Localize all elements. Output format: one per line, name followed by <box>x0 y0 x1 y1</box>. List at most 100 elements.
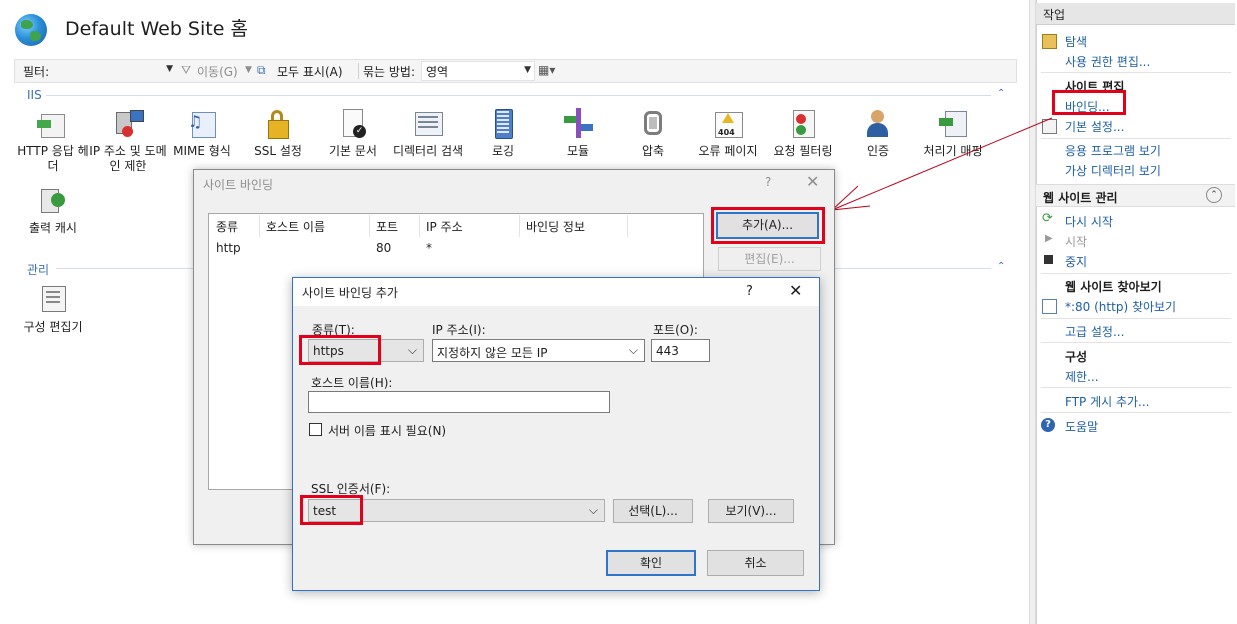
help-button[interactable]: ? <box>746 284 753 299</box>
edit-binding-button[interactable]: 편집(E)... <box>718 247 821 271</box>
view-toggle-icon[interactable]: ▦▾ <box>538 63 555 77</box>
column-header-host[interactable]: 호스트 이름 <box>266 218 325 235</box>
column-divider <box>369 215 370 237</box>
collapse-icon[interactable]: ⌃ <box>997 261 1005 272</box>
action-limits[interactable]: 제한... <box>1065 368 1099 385</box>
feature-mime-types[interactable]: ♫ MIME 형식 <box>161 108 243 159</box>
action-browse-80[interactable]: *:80 (http) 찾아보기 <box>1065 298 1176 315</box>
group-header-management: 관리 <box>27 263 50 277</box>
feature-modules[interactable]: 모듈 <box>537 108 619 159</box>
binding-row-type[interactable]: http <box>216 241 241 255</box>
ip-select[interactable]: 지정하지 않은 모든 IP ⌵ <box>432 339 645 362</box>
actions-divider <box>1041 412 1231 413</box>
feature-http-response-headers[interactable]: HTTP 응답 헤더 <box>12 108 94 174</box>
action-start[interactable]: 시작 <box>1065 233 1087 250</box>
actions-divider <box>1041 273 1231 274</box>
host-name-label: 호스트 이름(H): <box>311 376 393 390</box>
feature-label: MIME 형식 <box>173 144 231 158</box>
section-configure: 구성 <box>1065 350 1088 364</box>
filter-toolbar: 필터: ▼ ⛛ 이동(G) ▼ ⧉ 모두 표시(A) 묶는 방법: 영역 ▼ ▦… <box>14 59 1017 83</box>
column-header-ip[interactable]: IP 주소 <box>426 218 463 235</box>
action-stop[interactable]: 중지 <box>1065 253 1087 270</box>
request-filter-icon <box>787 108 819 140</box>
feature-error-pages[interactable]: 404 오류 페이지 <box>687 108 769 159</box>
feature-label: 출력 캐시 <box>29 221 77 235</box>
feature-default-document[interactable]: ✓ 기본 문서 <box>312 108 394 159</box>
action-add-ftp-publishing[interactable]: FTP 게시 추가... <box>1065 393 1150 410</box>
action-basic-settings[interactable]: 기본 설정... <box>1065 118 1124 135</box>
folder-icon <box>1042 34 1057 49</box>
action-advanced-settings[interactable]: 고급 설정... <box>1065 323 1124 340</box>
column-header-binding-info[interactable]: 바인딩 정보 <box>526 218 585 235</box>
column-divider <box>259 215 260 237</box>
actions-title: 작업 <box>1043 8 1066 22</box>
close-icon[interactable]: ✕ <box>789 281 802 300</box>
ok-button[interactable]: 확인 <box>606 550 696 576</box>
column-header-type[interactable]: 종류 <box>216 218 238 235</box>
go-button[interactable]: 이동(G) <box>197 63 238 80</box>
section-browse-site: 웹 사이트 찾아보기 <box>1065 280 1162 294</box>
action-restart[interactable]: 다시 시작 <box>1065 213 1113 230</box>
chevron-down-icon: ▼ <box>524 65 531 75</box>
actions-divider <box>1041 138 1231 139</box>
browse-icon <box>1042 299 1057 314</box>
toolbar-divider <box>358 63 359 79</box>
binding-row-ip[interactable]: * <box>426 241 432 255</box>
binding-row-port[interactable]: 80 <box>376 241 391 255</box>
column-divider <box>519 215 520 237</box>
pane-splitter[interactable] <box>1029 0 1036 624</box>
actions-divider <box>1041 387 1231 388</box>
filter-input[interactable]: ▼ <box>56 61 176 79</box>
action-edit-permissions[interactable]: 사용 권한 편집... <box>1065 53 1150 70</box>
config-editor-icon <box>37 284 69 316</box>
port-value: 443 <box>656 344 679 358</box>
host-name-input[interactable] <box>308 391 610 413</box>
feature-ip-domain-restrictions[interactable]: IP 주소 및 도메인 제한 <box>87 108 169 174</box>
collapse-icon[interactable]: ⌃ <box>997 88 1005 99</box>
chevron-down-icon: ▼ <box>166 64 173 74</box>
column-header-port[interactable]: 포트 <box>376 218 398 235</box>
annotation-arrow <box>831 117 1053 211</box>
feature-compression[interactable]: 압축 <box>612 108 694 159</box>
logging-icon <box>487 108 519 140</box>
select-cert-button[interactable]: 선택(L)... <box>613 499 693 523</box>
view-cert-button[interactable]: 보기(V)... <box>708 499 794 523</box>
action-view-applications[interactable]: 응용 프로그램 보기 <box>1065 142 1161 159</box>
feature-ssl-settings[interactable]: SSL 설정 <box>237 108 319 159</box>
error-page-icon: 404 <box>712 108 744 140</box>
feature-label: HTTP 응답 헤더 <box>17 144 89 173</box>
collapse-icon[interactable]: ⌃ <box>1206 187 1222 203</box>
http-headers-icon <box>37 108 69 140</box>
sni-checkbox[interactable] <box>309 423 322 436</box>
feature-directory-browsing[interactable]: 디렉터리 검색 <box>387 108 469 159</box>
feature-label: 디렉터리 검색 <box>392 144 464 158</box>
feature-logging[interactable]: 로깅 <box>462 108 544 159</box>
funnel-icon: ⛛ <box>181 63 192 77</box>
ip-restriction-icon <box>112 108 144 140</box>
port-input[interactable]: 443 <box>651 339 710 362</box>
lock-icon <box>262 108 294 140</box>
show-all-button[interactable]: 모두 표시(A) <box>277 63 343 80</box>
ip-value: 지정하지 않은 모든 IP <box>437 346 548 360</box>
actions-divider <box>1041 342 1231 343</box>
close-icon[interactable]: ✕ <box>806 172 819 191</box>
group-divider <box>46 95 991 96</box>
feature-label: 구성 편집기 <box>23 320 83 334</box>
feature-output-caching[interactable]: 출력 캐시 <box>12 185 94 236</box>
action-view-virtual-directories[interactable]: 가상 디렉터리 보기 <box>1065 162 1161 179</box>
action-explore[interactable]: 탐색 <box>1065 33 1087 50</box>
cancel-button[interactable]: 취소 <box>707 550 804 576</box>
highlight-box <box>711 207 825 244</box>
feature-configuration-editor[interactable]: 구성 편집기 <box>12 284 94 335</box>
modules-icon <box>562 108 594 140</box>
action-help[interactable]: 도움말 <box>1065 418 1098 435</box>
mime-icon: ♫ <box>186 108 218 140</box>
help-button[interactable]: ? <box>765 175 771 189</box>
filter-label: 필터: <box>23 65 50 79</box>
group-by-select[interactable]: 영역 ▼ <box>421 61 535 81</box>
chevron-down-icon: ▼ <box>245 65 252 75</box>
ip-label: IP 주소(I): <box>432 323 486 337</box>
globe-icon <box>15 14 47 46</box>
group-by-label: 묶는 방법: <box>363 65 416 79</box>
chevron-down-icon: ⌵ <box>407 343 417 357</box>
